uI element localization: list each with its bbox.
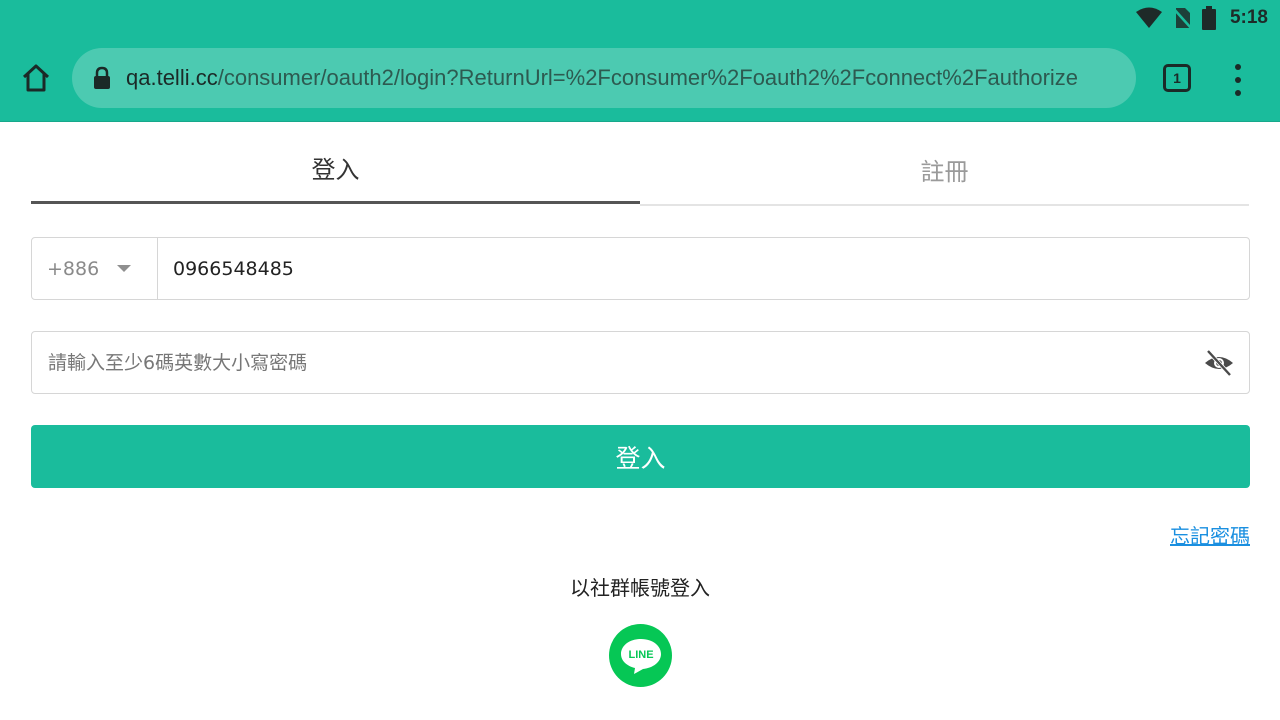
tab-register[interactable]: 註冊 xyxy=(640,140,1249,206)
line-logo-text: LINE xyxy=(628,649,653,661)
no-sim-icon xyxy=(1172,7,1192,29)
line-login-button[interactable]: LINE xyxy=(609,624,672,687)
status-icons: 5:18 xyxy=(1135,6,1268,30)
tab-login[interactable]: 登入 xyxy=(31,140,640,204)
url-text: qa.telli.cc/consumer/oauth2/login?Return… xyxy=(126,65,1078,91)
more-vert-icon[interactable] xyxy=(1224,64,1252,96)
wifi-icon xyxy=(1135,7,1162,28)
auth-tabs: 登入 註冊 xyxy=(31,140,1250,206)
lock-icon xyxy=(94,66,110,89)
password-field-group xyxy=(31,331,1250,394)
country-code-value: +886 xyxy=(47,257,100,280)
chevron-down-icon xyxy=(117,265,132,272)
phone-field-group: +886 xyxy=(31,237,1250,300)
login-button[interactable]: 登入 xyxy=(31,425,1250,488)
tab-count: 1 xyxy=(1173,70,1181,86)
tab-switcher-icon[interactable]: 1 xyxy=(1163,64,1191,92)
phone-input[interactable] xyxy=(158,238,1249,299)
line-icon: LINE xyxy=(620,638,661,674)
url-bar[interactable]: qa.telli.cc/consumer/oauth2/login?Return… xyxy=(72,48,1136,108)
home-button[interactable] xyxy=(18,60,54,96)
browser-toolbar: qa.telli.cc/consumer/oauth2/login?Return… xyxy=(0,36,1280,122)
url-path: /consumer/oauth2/login?ReturnUrl=%2Fcons… xyxy=(217,65,1079,90)
home-icon xyxy=(22,64,50,92)
url-host: qa.telli.cc xyxy=(126,65,218,90)
eye-off-icon[interactable] xyxy=(1203,347,1235,379)
status-time: 5:18 xyxy=(1229,7,1268,28)
battery-icon xyxy=(1201,6,1216,30)
forgot-password-link[interactable]: 忘記密碼 xyxy=(1170,520,1250,549)
status-bar: 5:18 xyxy=(0,0,1280,36)
password-input[interactable] xyxy=(32,332,1203,393)
social-login-label: 以社群帳號登入 xyxy=(570,576,710,600)
country-code-select[interactable]: +886 xyxy=(32,238,158,299)
